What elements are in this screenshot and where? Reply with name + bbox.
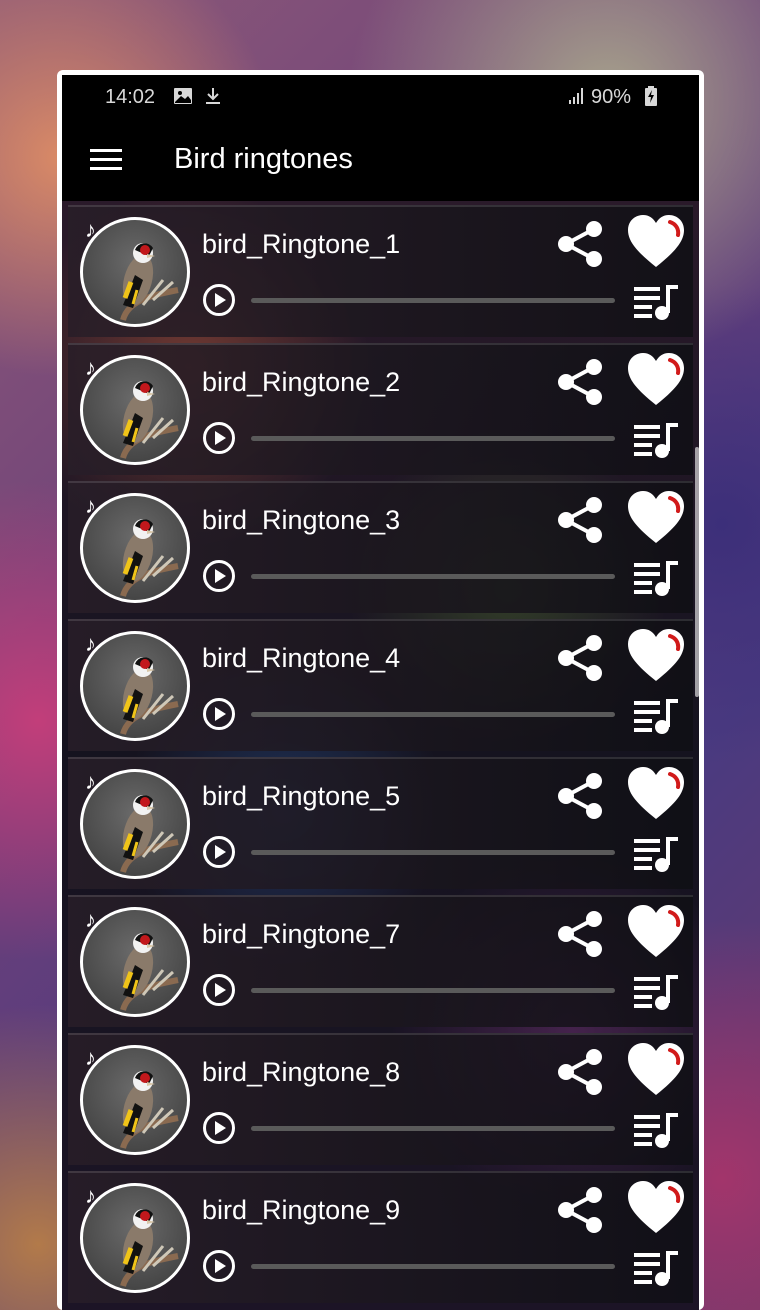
progress-track[interactable] (251, 988, 615, 993)
play-icon[interactable] (202, 283, 236, 317)
ringtone-row-8[interactable]: ♪ bird_Ringtone_9 (68, 1171, 693, 1303)
status-bar: 14:02 90% (62, 75, 699, 119)
share-icon[interactable] (556, 1047, 604, 1097)
music-note-icon: ♪ (85, 493, 96, 518)
ringtone-title: bird_Ringtone_3 (202, 505, 401, 535)
progress-track[interactable] (251, 1126, 615, 1131)
music-note-icon: ♪ (85, 769, 96, 794)
play-icon[interactable] (202, 1249, 236, 1283)
ringtone-row-1[interactable]: ♪ bird_Ringtone_1 (68, 205, 693, 337)
ringtone-title: bird_Ringtone_1 (202, 229, 401, 259)
signal-icon (569, 88, 583, 104)
goldfinch-image (80, 769, 190, 879)
image-icon (174, 88, 192, 104)
ringtone-title: bird_Ringtone_5 (202, 781, 401, 811)
ringtone-list[interactable]: ♪ bird_Ringtone_1 ♪ bird_Ringtone_2 ♪ bi… (62, 201, 699, 1310)
goldfinch-image (80, 1045, 190, 1155)
screen: 14:02 90% Bird ringtones ♪ bird_Ringtone… (62, 75, 699, 1310)
phone-frame: 14:02 90% Bird ringtones ♪ bird_Ringtone… (57, 70, 704, 1310)
heart-icon[interactable] (626, 903, 686, 959)
battery-percent: 90% (590, 86, 631, 108)
ringtone-title: bird_Ringtone_9 (202, 1195, 401, 1225)
music-note-icon: ♪ (85, 1045, 96, 1070)
goldfinch-image (80, 631, 190, 741)
share-icon[interactable] (556, 633, 604, 683)
progress-track[interactable] (251, 712, 615, 717)
progress-track[interactable] (251, 850, 615, 855)
playlist-icon[interactable] (632, 833, 680, 873)
goldfinch-image (80, 907, 190, 1017)
playlist-icon[interactable] (632, 557, 680, 597)
goldfinch-image (80, 493, 190, 603)
ringtone-title: bird_Ringtone_2 (202, 367, 401, 397)
heart-icon[interactable] (626, 627, 686, 683)
playlist-icon[interactable] (632, 695, 680, 735)
music-note-icon: ♪ (85, 907, 96, 932)
heart-icon[interactable] (626, 1041, 686, 1097)
download-icon (206, 88, 220, 104)
progress-track[interactable] (251, 436, 615, 441)
progress-track[interactable] (251, 574, 615, 579)
heart-icon[interactable] (626, 765, 686, 821)
ringtone-title: bird_Ringtone_7 (202, 919, 401, 949)
goldfinch-image (80, 217, 190, 327)
progress-track[interactable] (251, 298, 615, 303)
heart-icon[interactable] (626, 1179, 686, 1235)
status-time: 14:02 (105, 86, 156, 108)
play-icon[interactable] (202, 1111, 236, 1145)
app-title: Bird ringtones (174, 143, 353, 175)
music-note-icon: ♪ (85, 355, 96, 380)
play-icon[interactable] (202, 697, 236, 731)
heart-icon[interactable] (626, 213, 686, 269)
ringtone-row-2[interactable]: ♪ bird_Ringtone_2 (68, 343, 693, 475)
ringtone-row-6[interactable]: ♪ bird_Ringtone_7 (68, 895, 693, 1027)
ringtone-row-4[interactable]: ♪ bird_Ringtone_4 (68, 619, 693, 751)
share-icon[interactable] (556, 771, 604, 821)
ringtone-row-3[interactable]: ♪ bird_Ringtone_3 (68, 481, 693, 613)
share-icon[interactable] (556, 909, 604, 959)
music-note-icon: ♪ (85, 1183, 96, 1208)
ringtone-row-7[interactable]: ♪ bird_Ringtone_8 (68, 1033, 693, 1165)
playlist-icon[interactable] (632, 1247, 680, 1287)
goldfinch-image (80, 1183, 190, 1293)
ringtone-title: bird_Ringtone_8 (202, 1057, 401, 1087)
ringtone-row-5[interactable]: ♪ bird_Ringtone_5 (68, 757, 693, 889)
ringtone-title: bird_Ringtone_4 (202, 643, 401, 673)
heart-icon[interactable] (626, 351, 686, 407)
battery-charging-icon (645, 86, 657, 106)
playlist-icon[interactable] (632, 419, 680, 459)
music-note-icon: ♪ (85, 217, 96, 242)
play-icon[interactable] (202, 559, 236, 593)
play-icon[interactable] (202, 421, 236, 455)
share-icon[interactable] (556, 357, 604, 407)
share-icon[interactable] (556, 1185, 604, 1235)
play-icon[interactable] (202, 973, 236, 1007)
share-icon[interactable] (556, 495, 604, 545)
progress-track[interactable] (251, 1264, 615, 1269)
playlist-icon[interactable] (632, 281, 680, 321)
playlist-icon[interactable] (632, 1109, 680, 1149)
hamburger-menu-icon[interactable] (90, 149, 122, 171)
music-note-icon: ♪ (85, 631, 96, 656)
share-icon[interactable] (556, 219, 604, 269)
goldfinch-image (80, 355, 190, 465)
play-icon[interactable] (202, 835, 236, 869)
playlist-icon[interactable] (632, 971, 680, 1011)
heart-icon[interactable] (626, 489, 686, 545)
app-bar: Bird ringtones (62, 119, 699, 201)
scrollbar[interactable] (695, 447, 699, 697)
